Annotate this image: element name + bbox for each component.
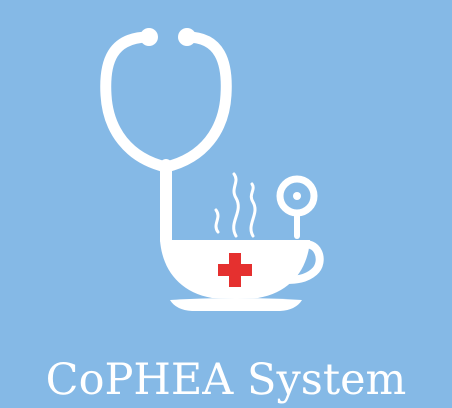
splash-screen: { "brand": { "name": "CoPHEA System", "l… bbox=[0, 0, 452, 408]
teacup-saucer bbox=[170, 298, 302, 311]
steam-left bbox=[214, 208, 220, 234]
stethoscope-teacup-icon bbox=[100, 28, 324, 311]
brand-title: CoPHEA System bbox=[45, 355, 407, 405]
stethoscope-chest-piece-center bbox=[293, 192, 301, 200]
steam-right bbox=[249, 182, 257, 238]
stethoscope-tube-loop bbox=[100, 31, 232, 173]
steam-middle bbox=[232, 172, 240, 238]
